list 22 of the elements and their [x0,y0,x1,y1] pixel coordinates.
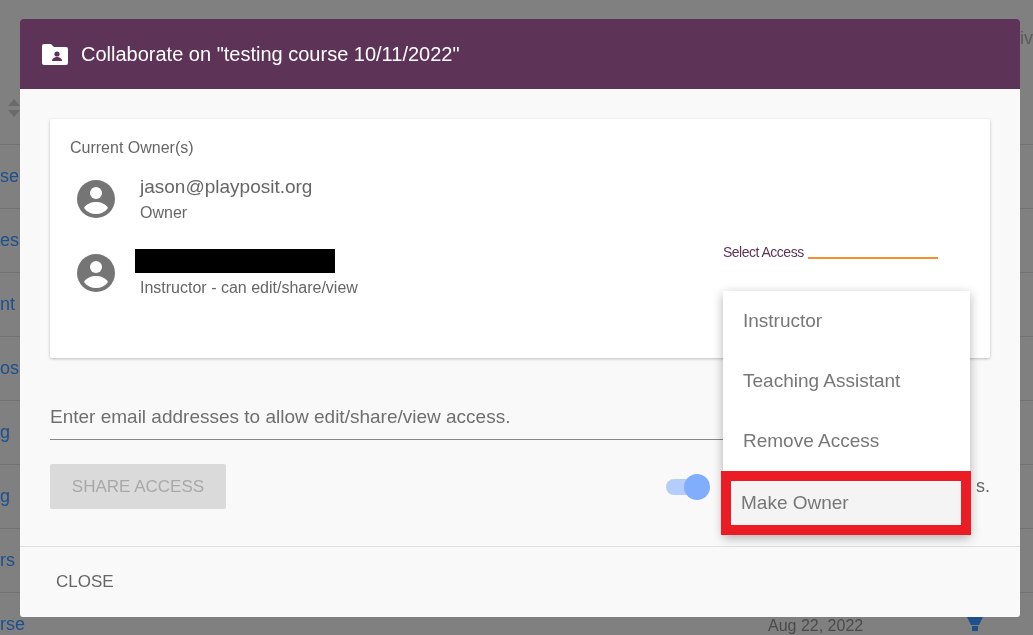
course-link[interactable]: os [0,358,19,379]
select-label: Select Access [723,244,804,260]
dialog-title: Collaborate on "testing course 10/11/2022" [81,42,460,66]
avatar-icon [76,253,116,293]
menu-item[interactable]: Make Owner [721,471,971,535]
course-link[interactable]: rse [0,614,25,635]
avatar-icon [76,179,116,219]
owner-role: Instructor - can edit/share/view [140,279,358,297]
course-link[interactable]: nt [0,294,15,315]
course-link[interactable]: se [0,166,19,187]
course-link[interactable]: g [0,486,10,507]
toggle-label: s. [976,476,990,497]
shared-folder-icon [42,43,68,65]
course-link[interactable]: es [0,230,19,251]
course-link[interactable]: rs [0,550,15,571]
owner-email: jason@playposit.org [140,176,313,198]
owner-role: Owner [140,204,189,222]
bulb-icon[interactable] [966,617,984,631]
course-link[interactable]: g [0,422,10,443]
close-button[interactable]: CLOSE [42,564,128,600]
menu-item[interactable]: Instructor [723,291,970,351]
card-heading: Current Owner(s) [70,139,194,156]
